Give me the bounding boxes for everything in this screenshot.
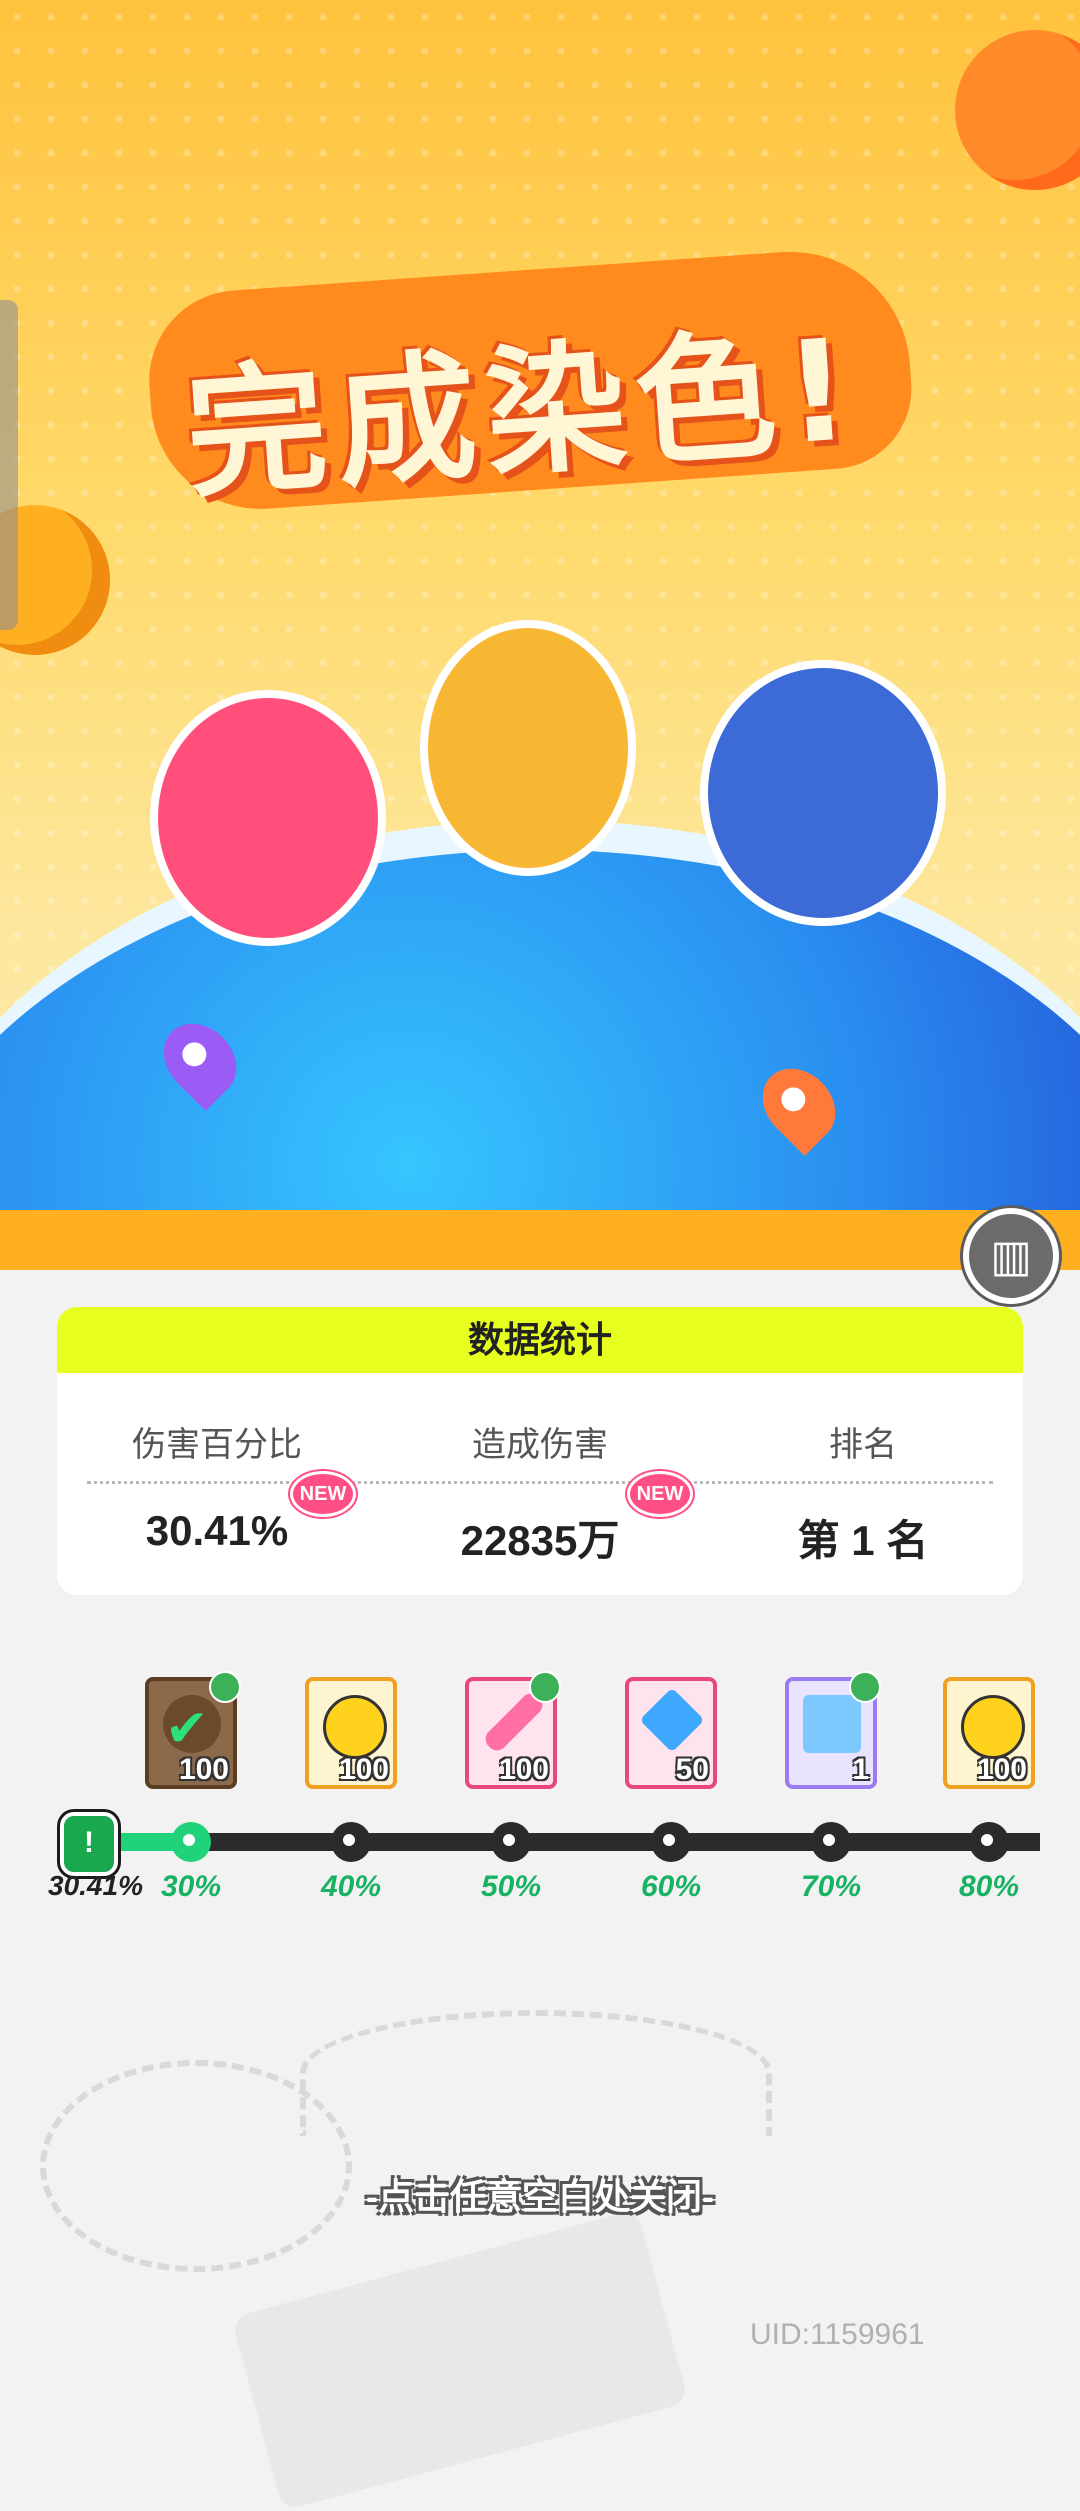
character-red-dragon-girl <box>150 690 386 946</box>
podium-icon: ▥ <box>990 1231 1032 1281</box>
reward-quantity: 100 <box>338 1753 389 1786</box>
milestone-label: 70% <box>800 1870 862 1903</box>
paint-drip-band <box>0 1210 1080 1270</box>
progress-track <box>70 1833 1040 1851</box>
chick-icon <box>209 1671 241 1703</box>
reward-quantity: 100 <box>976 1753 1027 1786</box>
stats-panel: 数据统计 伤害百分比 造成伤害 排名 NEW NEW 30.41% 22835万… <box>57 1307 1023 1595</box>
milestone-node <box>969 1822 1009 1862</box>
milestone-label: 80% <box>958 1870 1020 1903</box>
reward-diamond[interactable]: 50 <box>625 1677 717 1789</box>
damage-dealt-value: 22835万 <box>460 1517 620 1564</box>
reward-lion-coin[interactable]: 100 <box>305 1677 397 1789</box>
current-progress-marker: ! <box>60 1812 118 1876</box>
milestone-label: 30% <box>160 1870 222 1903</box>
chick-icon <box>849 1671 881 1703</box>
close-hint[interactable]: -点击任意空白处关闭- <box>0 2168 1080 2220</box>
reward-crayon[interactable]: 100 <box>465 1671 561 1789</box>
milestone-label: 40% <box>320 1870 382 1903</box>
milestone-node <box>171 1822 211 1862</box>
milestone-label: 60% <box>640 1870 702 1903</box>
damage-percent-label: 伤害百分比 <box>132 1426 302 1464</box>
reward-lion-coin[interactable]: 100 <box>943 1677 1035 1789</box>
reward-pen[interactable]: ✔ 100 <box>145 1671 241 1789</box>
milestone-node <box>491 1822 531 1862</box>
result-banner-area: 完成染色! <box>0 0 1080 1270</box>
milestone-label: 50% <box>480 1870 542 1903</box>
damage-dealt-label: 造成伤害 <box>472 1426 608 1464</box>
reward-quantity: 1 <box>852 1753 869 1786</box>
chick-icon <box>529 1671 561 1703</box>
rank-label: 排名 <box>829 1426 897 1464</box>
check-icon: ✔ <box>165 1700 209 1758</box>
milestone-node <box>811 1822 851 1862</box>
damage-percent-value: 30.41% <box>145 1507 289 1554</box>
milestone-node <box>331 1822 371 1862</box>
character-melon-hat-girl <box>420 620 636 876</box>
dashed-path-decoration <box>300 2010 772 2136</box>
stats-panel-title: 数据统计 <box>57 1307 1023 1373</box>
lion-coin-icon <box>961 1695 1025 1759</box>
milestone-node <box>651 1822 691 1862</box>
lion-coin-icon <box>323 1695 387 1759</box>
diamond-icon <box>639 1687 705 1753</box>
reward-quantity: 100 <box>498 1753 549 1786</box>
reward-quantity: 100 <box>178 1753 229 1786</box>
reward-milk-carton[interactable]: 1 <box>785 1671 881 1789</box>
milk-carton-icon <box>803 1695 861 1753</box>
ranking-button[interactable]: ▥ <box>963 1208 1059 1304</box>
character-blue-hat-girl <box>700 660 946 926</box>
rank-value: 第 1 名 <box>797 1517 929 1564</box>
side-drawer-handle[interactable] <box>0 300 18 630</box>
user-id: UID:1159961 <box>750 2318 925 2351</box>
air-ticket-decoration <box>231 2209 689 2511</box>
reward-quantity: 50 <box>675 1753 709 1786</box>
divider <box>87 1481 993 1484</box>
current-progress-value: 30.41% <box>48 1870 143 1901</box>
